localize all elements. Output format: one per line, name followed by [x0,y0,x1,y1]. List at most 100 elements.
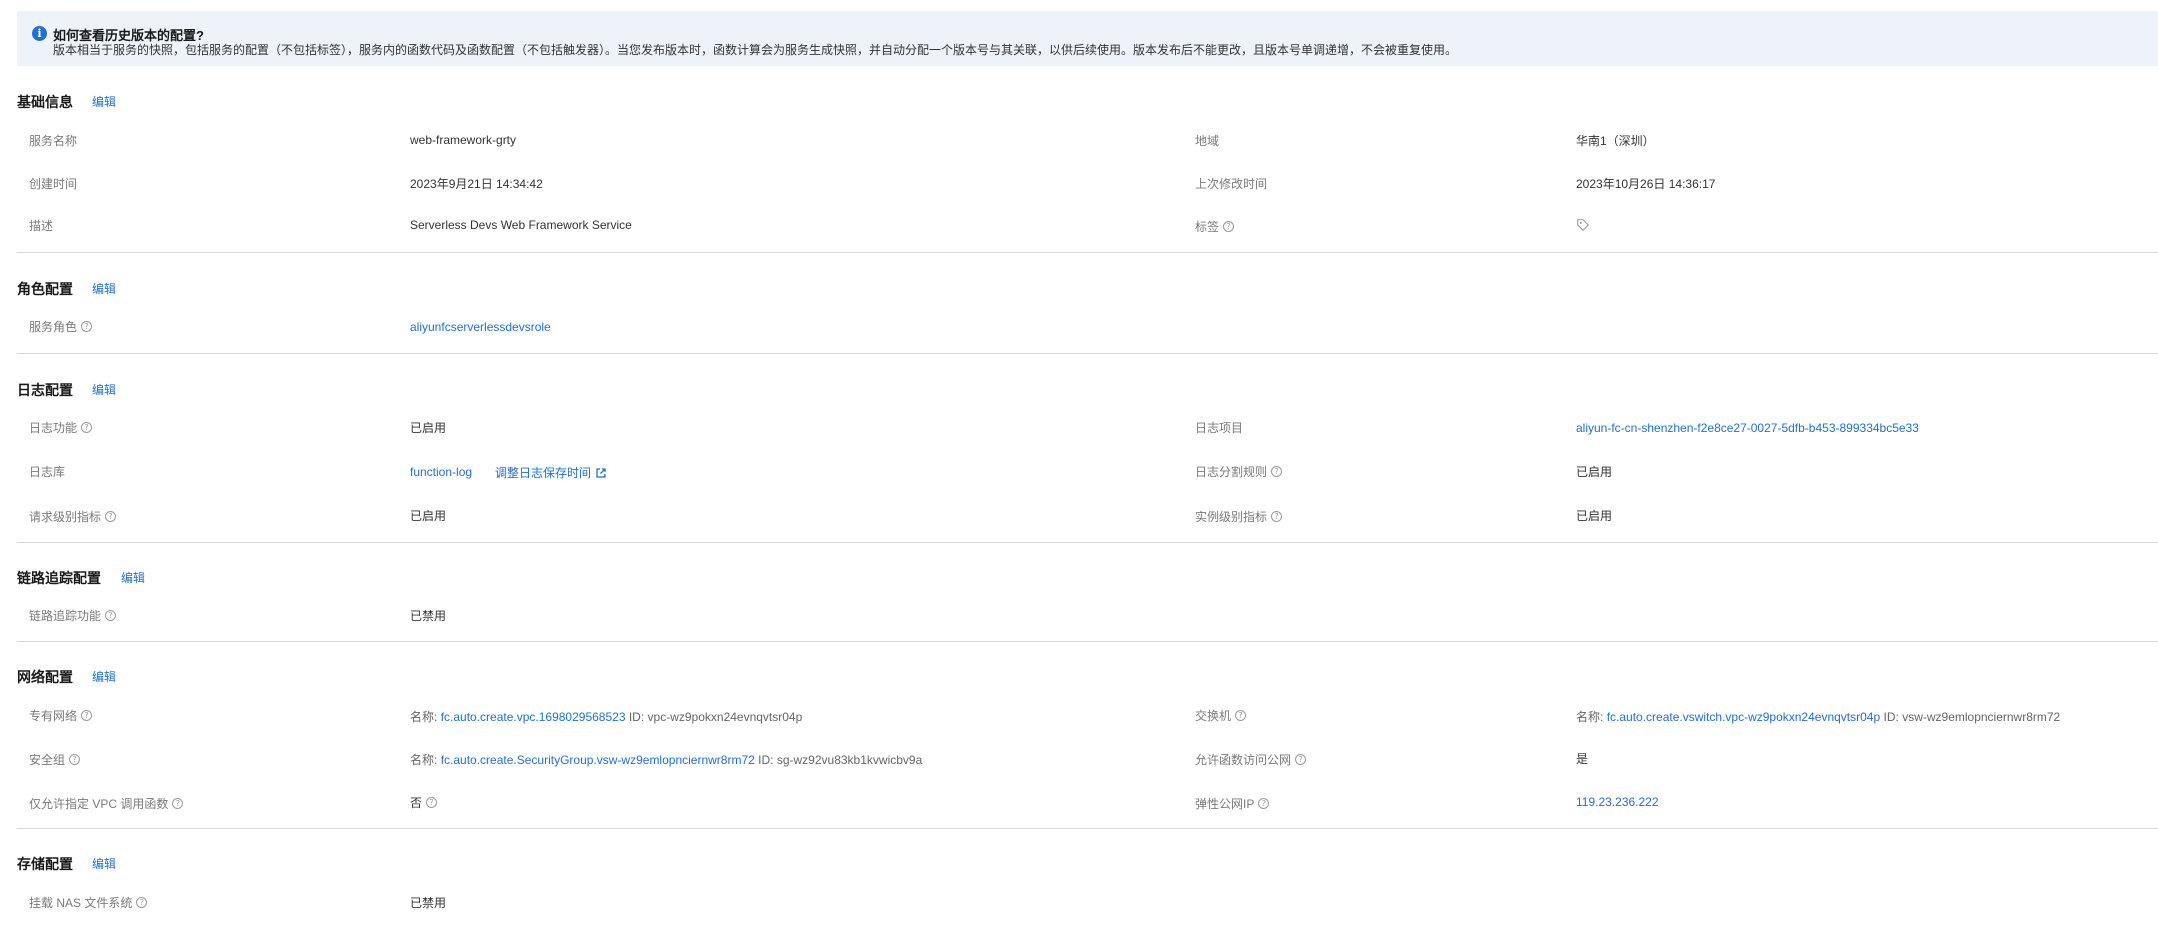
edit-basic-button[interactable]: 编辑 [92,93,116,110]
edit-storage-button[interactable]: 编辑 [92,855,116,872]
logstore-label: 日志库 [29,465,66,479]
section-title-tracing: 链路追踪配置 [17,570,101,586]
description-label: 描述 [29,219,54,233]
service-role-label-text: 服务角色 [29,320,78,334]
security-group-name-link[interactable]: fc.auto.create.SecurityGroup.vsw-wz9emlo… [441,753,755,767]
tag-icon[interactable] [1576,218,1590,232]
tags-label-text: 标签 [1195,220,1220,234]
instance-metrics-value: 已启用 [1576,509,1613,523]
name-prefix: 名称: [1576,710,1604,724]
modified-value: 2023年10月26日 14:36:17 [1576,177,1716,191]
help-icon[interactable]: ? [105,511,117,523]
tracing-feature-value: 已禁用 [410,609,447,623]
security-group-id: sg-wz92vu83kb1kvwicbv9a [776,753,923,767]
split-rule-value: 已启用 [1576,465,1613,479]
log-project-link[interactable]: aliyun-fc-cn-shenzhen-f2e8ce27-0027-5dfb… [1576,421,1919,435]
instance-metrics-label-text: 实例级别指标 [1195,510,1268,524]
split-rule-label: 日志分割规则? [1195,463,1283,480]
help-icon[interactable]: ? [172,798,184,810]
divider [17,641,2158,642]
created-value: 2023年9月21日 14:34:42 [410,177,543,191]
id-prefix: ID: [758,753,774,767]
request-metrics-label-text: 请求级别指标 [29,510,102,524]
service-role-link[interactable]: aliyunfcserverlessdevsrole [410,320,551,334]
modified-label: 上次修改时间 [1195,177,1268,191]
help-icon[interactable]: ? [136,897,148,909]
vswitch-label: 交换机? [1195,707,1247,724]
request-metrics-value: 已启用 [410,509,447,523]
log-feature-value: 已启用 [410,421,447,435]
help-icon[interactable]: ? [105,610,117,622]
nas-label-text: 挂载 NAS 文件系统 [29,896,133,910]
adjust-retention-link[interactable]: 调整日志保存时间 [495,464,607,481]
help-icon[interactable]: ? [1295,754,1307,766]
help-icon[interactable]: ? [1223,221,1235,233]
log-feature-label-text: 日志功能 [29,421,78,435]
help-icon[interactable]: ? [1258,798,1270,810]
vpc-label: 专有网络? [29,707,93,724]
section-title-basic: 基础信息 [17,94,73,110]
external-link-icon [596,468,606,478]
id-prefix: ID: [628,710,645,724]
divider [17,542,2158,543]
service-name-label: 服务名称 [29,134,78,148]
description-value: Serverless Devs Web Framework Service [410,218,632,232]
tracing-feature-label-text: 链路追踪功能 [29,609,102,623]
help-icon[interactable]: ? [69,754,81,766]
vpc-value: 名称: fc.auto.create.vpc.1698029568523 ID:… [410,708,802,725]
log-project-label: 日志项目 [1195,421,1244,435]
divider [17,252,2158,253]
split-rule-label-text: 日志分割规则 [1195,465,1268,479]
section-title-role: 角色配置 [17,281,73,297]
name-prefix: 名称: [410,753,438,767]
public-access-label-text: 允许函数访问公网 [1195,753,1292,767]
request-metrics-label: 请求级别指标? [29,508,117,525]
help-icon[interactable]: ? [426,797,438,809]
vpc-only-value-text: 否 [410,796,423,810]
edit-network-button[interactable]: 编辑 [92,668,116,685]
region-value: 华南1（深圳） [1576,134,1655,148]
security-group-label-text: 安全组 [29,753,66,767]
help-icon[interactable]: ? [1271,511,1283,523]
name-prefix: 名称: [410,710,438,724]
section-title-network: 网络配置 [17,669,73,685]
log-feature-label: 日志功能? [29,419,93,436]
help-icon[interactable]: ? [1271,466,1283,478]
logstore-link[interactable]: function-log [410,465,472,479]
id-prefix: ID: [1883,710,1899,724]
service-role-label: 服务角色? [29,318,93,335]
eip-label-text: 弹性公网IP [1195,797,1255,811]
vswitch-name-link[interactable]: fc.auto.create.vswitch.vpc-wz9pokxn24evn… [1607,710,1880,724]
security-group-label: 安全组? [29,751,81,768]
vpc-id: vpc-wz9pokxn24evnqvtsr04p [647,710,803,724]
public-access-label: 允许函数访问公网? [1195,751,1307,768]
vpc-only-label-text: 仅允许指定 VPC 调用函数 [29,797,169,811]
vswitch-value: 名称: fc.auto.create.vswitch.vpc-wz9pokxn2… [1576,708,2060,725]
vswitch-id: vsw-wz9emlopnciernwr8rm72 [1902,710,2061,724]
adjust-retention-text: 调整日志保存时间 [495,466,592,480]
section-title-log: 日志配置 [17,382,73,398]
vswitch-label-text: 交换机 [1195,709,1232,723]
help-icon[interactable]: ? [81,422,93,434]
eip-link[interactable]: 119.23.236.222 [1576,795,1659,809]
created-label: 创建时间 [29,177,78,191]
vpc-only-label: 仅允许指定 VPC 调用函数? [29,795,184,812]
help-icon[interactable]: ? [81,710,93,722]
info-icon: i [32,26,47,41]
security-group-value: 名称: fc.auto.create.SecurityGroup.vsw-wz9… [410,751,922,768]
eip-label: 弹性公网IP? [1195,795,1270,812]
edit-tracing-button[interactable]: 编辑 [121,569,145,586]
vpc-only-value: 否? [410,794,438,811]
edit-log-button[interactable]: 编辑 [92,381,116,398]
help-icon[interactable]: ? [1235,710,1247,722]
tracing-feature-label: 链路追踪功能? [29,607,117,624]
public-access-value: 是 [1576,752,1589,766]
edit-role-button[interactable]: 编辑 [92,280,116,297]
vpc-label-text: 专有网络 [29,709,78,723]
notice-text: 版本相当于服务的快照，包括服务的配置（不包括标签），服务内的函数代码及函数配置（… [53,43,1458,57]
divider [17,828,2158,829]
vpc-name-link[interactable]: fc.auto.create.vpc.1698029568523 [441,710,626,724]
help-icon[interactable]: ? [81,321,93,333]
tags-label: 标签? [1195,218,1235,235]
nas-value: 已禁用 [410,896,447,910]
